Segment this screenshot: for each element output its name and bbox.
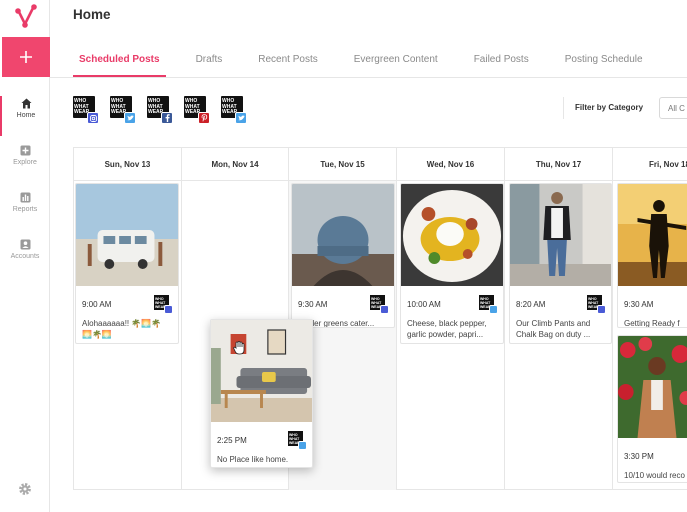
- category-filter-select[interactable]: All C: [659, 97, 687, 119]
- twitter-icon: [298, 441, 307, 450]
- day-header-fri: Fri, Nov 18: [613, 148, 687, 181]
- twitter-icon: [124, 112, 136, 124]
- post-meta: 9:30 AM: [618, 291, 687, 315]
- add-post-button[interactable]: [2, 37, 50, 77]
- post-time: 9:00 AM: [82, 300, 112, 309]
- account-avatar-instagram[interactable]: WHO WHAT WEAR: [73, 96, 99, 124]
- day-header-thu: Thu, Nov 17: [505, 148, 613, 181]
- tab-bar: Scheduled Posts Drafts Recent Posts Ever…: [73, 46, 673, 78]
- reports-icon: [20, 192, 30, 203]
- account-avatar-pinterest[interactable]: WHO WHAT WEAR: [184, 96, 210, 124]
- tab-evergreen-content[interactable]: Evergreen Content: [348, 46, 444, 77]
- gear-icon[interactable]: [18, 482, 32, 496]
- day-header-wed: Wed, Nov 16: [397, 148, 505, 181]
- filter-label: Filter by Category: [575, 103, 644, 112]
- accounts-icon: [20, 239, 30, 250]
- post-time: 9:30 AM: [624, 300, 654, 309]
- post-image-surfer: [618, 184, 687, 286]
- sidebar-item-reports[interactable]: Reports: [0, 191, 50, 231]
- tab-scheduled-posts[interactable]: Scheduled Posts: [73, 46, 166, 77]
- sidebar-item-explore[interactable]: Explore: [0, 144, 50, 184]
- account-filter-row: WHO WHAT WEAR WHO WHAT WEAR WHO WHAT WEA…: [73, 96, 258, 124]
- post-image-van: [76, 184, 178, 286]
- instagram-icon: [87, 112, 99, 124]
- post-card[interactable]: 9:30 AM Getting Ready f: [617, 183, 687, 328]
- post-caption: Our Climb Pants and Chalk Bag on duty ..…: [516, 319, 591, 339]
- twitter-icon: [235, 112, 247, 124]
- day-header-tue: Tue, Nov 15: [289, 148, 397, 181]
- explore-icon: [20, 145, 30, 156]
- post-image-beanie: [292, 184, 394, 286]
- post-image-street: [510, 184, 611, 286]
- tab-failed-posts[interactable]: Failed Posts: [468, 46, 535, 77]
- post-meta: 9:00 AM WHO WHAT WEAR: [76, 291, 178, 315]
- account-avatar-twitter-2[interactable]: WHO WHAT WEAR: [221, 96, 247, 124]
- post-card[interactable]: 9:30 AM WHO WHAT WEAR Trader greens cate…: [291, 183, 395, 328]
- post-time: 3:30 PM: [624, 452, 654, 461]
- post-time: 10:00 AM: [407, 300, 441, 309]
- sidebar-item-accounts[interactable]: Accounts: [0, 238, 50, 278]
- home-icon: [21, 98, 31, 109]
- post-meta: 2:25 PM WHO WHAT WEAR: [211, 427, 312, 451]
- instagram-icon: [164, 305, 173, 314]
- tab-drafts[interactable]: Drafts: [190, 46, 229, 77]
- logo-icon[interactable]: [14, 4, 38, 30]
- post-meta: 8:20 AM WHO WHAT WEAR: [510, 291, 611, 315]
- tab-posting-schedule[interactable]: Posting Schedule: [559, 46, 649, 77]
- sidebar-item-home[interactable]: Home: [0, 96, 50, 136]
- post-meta: 9:30 AM WHO WHAT WEAR: [292, 291, 394, 315]
- pinterest-icon: [198, 112, 210, 124]
- dragged-post-card[interactable]: 2:25 PM WHO WHAT WEAR No Place like home…: [210, 319, 313, 468]
- post-account-avatar: WHO WHAT WEAR: [288, 431, 307, 450]
- account-avatar-facebook[interactable]: WHO WHAT WEAR: [147, 96, 173, 124]
- post-meta: 3:30 PM: [618, 443, 687, 467]
- post-image-flowers: [618, 336, 687, 438]
- instagram-icon: [597, 305, 606, 314]
- post-caption: 10/10 would reco: [624, 471, 685, 480]
- account-avatar-twitter[interactable]: WHO WHAT WEAR: [110, 96, 136, 124]
- day-header-mon: Mon, Nov 14: [182, 148, 289, 181]
- tab-recent-posts[interactable]: Recent Posts: [252, 46, 323, 77]
- post-image-living-room: [211, 320, 312, 422]
- tabs-divider: [50, 77, 687, 78]
- twitter-icon: [489, 305, 498, 314]
- post-card[interactable]: 8:20 AM WHO WHAT WEAR Our Climb Pants an…: [509, 183, 612, 344]
- day-header-sun: Sun, Nov 13: [74, 148, 182, 181]
- post-time: 9:30 AM: [298, 300, 328, 309]
- post-account-avatar: WHO WHAT WEAR: [479, 295, 498, 314]
- post-meta: 10:00 AM WHO WHAT WEAR: [401, 291, 503, 315]
- instagram-icon: [380, 305, 389, 314]
- facebook-icon: [161, 112, 173, 124]
- plus-icon: [20, 51, 32, 63]
- post-account-avatar: WHO WHAT WEAR: [154, 295, 173, 314]
- page-title: Home: [73, 7, 111, 22]
- sidebar-item-label: Accounts: [10, 253, 40, 260]
- filter-divider: [563, 97, 564, 119]
- post-card[interactable]: 10:00 AM WHO WHAT WEAR Cheese, black pep…: [400, 183, 504, 344]
- sidebar-item-label: Home: [16, 112, 36, 119]
- grab-cursor-icon: [233, 341, 245, 355]
- post-card[interactable]: 9:00 AM WHO WHAT WEAR Alohaaaaaa!! 🌴🌅🌴 🌅…: [75, 183, 179, 344]
- post-image-plate: [401, 184, 503, 286]
- post-time: 2:25 PM: [217, 436, 247, 445]
- post-caption: Alohaaaaaa!! 🌴🌅🌴 🌅🌴🌅: [82, 319, 162, 339]
- sidebar-item-label: Explore: [13, 159, 37, 166]
- post-account-avatar: WHO WHAT WEAR: [587, 295, 606, 314]
- app-root: Home Explore Reports Accounts Home Sched…: [0, 0, 687, 512]
- post-time: 8:20 AM: [516, 300, 546, 309]
- post-caption: No Place like home.: [217, 455, 289, 464]
- post-caption: Getting Ready f: [624, 319, 680, 328]
- post-account-avatar: WHO WHAT WEAR: [370, 295, 389, 314]
- post-caption: Cheese, black pepper, garlic powder, pap…: [407, 319, 487, 339]
- sidebar-item-label: Reports: [12, 206, 38, 213]
- sidebar: Home Explore Reports Accounts: [0, 0, 50, 512]
- post-card[interactable]: 3:30 PM 10/10 would reco: [617, 335, 687, 483]
